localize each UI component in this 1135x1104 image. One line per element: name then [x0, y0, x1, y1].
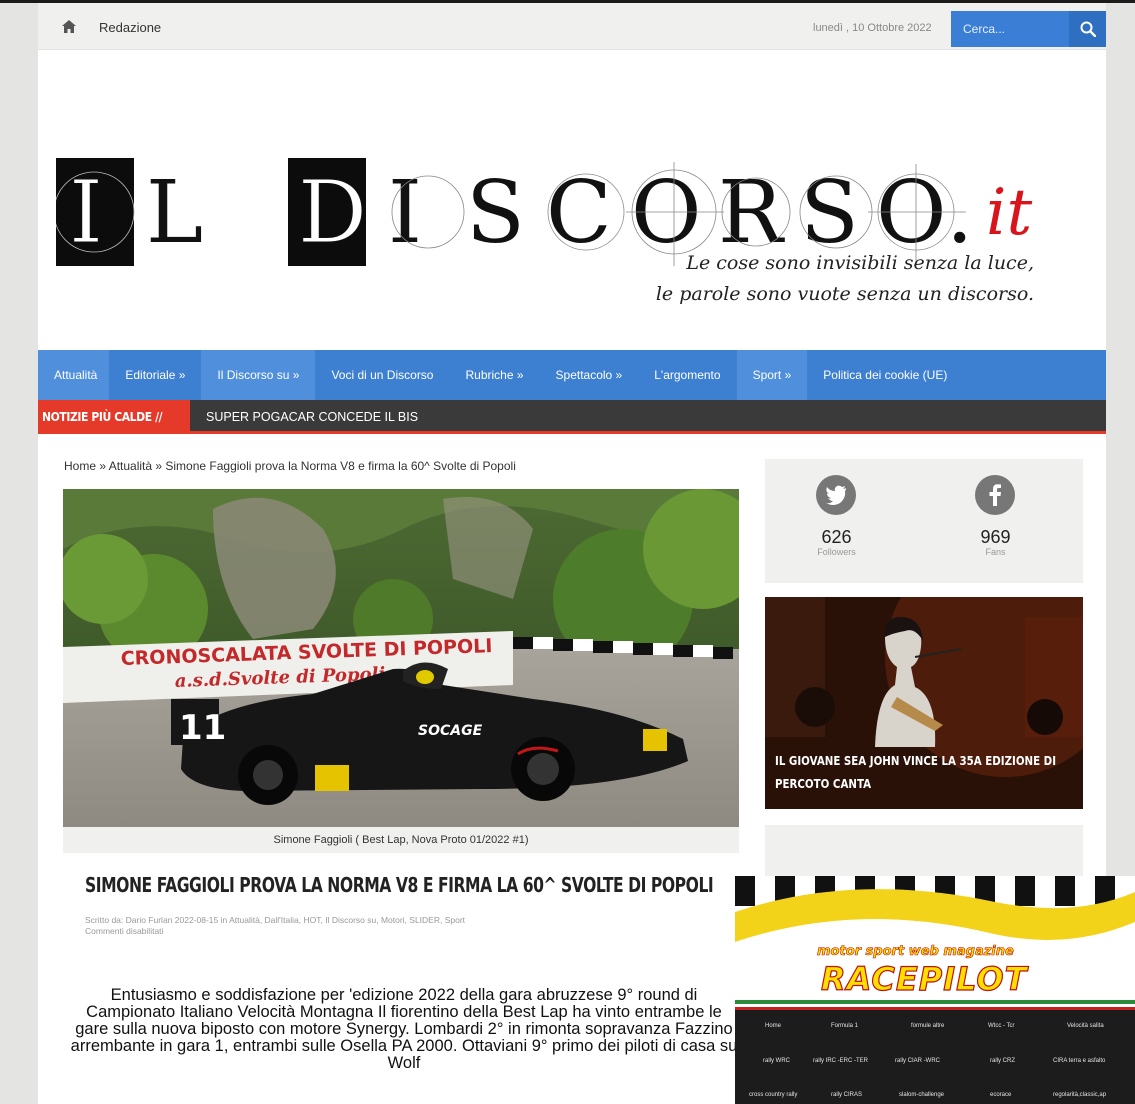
search-button[interactable] [1069, 11, 1106, 47]
ad-menu-item[interactable]: regolarità,classic,ap [1053, 1092, 1106, 1098]
ad-menu-item[interactable]: ecorace [990, 1092, 1011, 1098]
racepilot-ad[interactable]: motor sport web magazine RACEPILOT Home … [735, 876, 1135, 1104]
tagline-line: Le cose sono invisibili senza la luce, [686, 252, 1034, 274]
breadcrumb[interactable]: Home » Attualità » Simone Faggioli prova… [64, 459, 516, 473]
comments-status: Commenti disabilitati [85, 926, 164, 936]
ad-menu-item[interactable]: rally CRZ [990, 1058, 1015, 1064]
ad-tagline: motor sport web magazine [817, 944, 1014, 960]
social-counters: 626 Followers 969 Fans [765, 459, 1083, 583]
nav-item-spettacolo[interactable]: Spettacolo » [540, 350, 639, 400]
sidebar-featured-post[interactable]: IL GIOVANE SEA JOHN VINCE LA 35A EDIZION… [765, 597, 1083, 809]
redazione-link[interactable]: Redazione [99, 20, 161, 35]
nav-item-argomento[interactable]: L'argomento [638, 350, 736, 400]
nav-item-sport[interactable]: Sport » [736, 350, 808, 400]
ad-menu: Home Formula 1 formule altre Wtcc - Tcr … [735, 1010, 1135, 1104]
ad-menu-item[interactable]: CIRA terra e asfalto [1053, 1058, 1105, 1064]
ad-menu-item[interactable]: Velocità salita [1067, 1023, 1104, 1029]
facebook-counter[interactable]: 969 Fans [924, 459, 1083, 583]
nav-item-il-discorso-su[interactable]: Il Discorso su » [201, 350, 316, 400]
ad-menu-item[interactable]: rally WRC [763, 1058, 790, 1064]
home-icon[interactable] [62, 20, 76, 33]
search-form [951, 11, 1106, 47]
ad-flag-stripe [735, 1000, 1135, 1010]
twitter-icon [816, 475, 856, 515]
twitter-count-label: Followers [817, 547, 856, 557]
current-date: lunedì , 10 Ottobre 2022 [813, 22, 932, 34]
masthead: I L D I S C O R S O . it Le cose sono in… [38, 50, 1106, 350]
ad-menu-item[interactable]: formule altre [911, 1023, 944, 1029]
site-tagline: Le cose sono invisibili senza la luce, l… [656, 248, 1034, 310]
twitter-counter[interactable]: 626 Followers [765, 459, 924, 583]
article-byline: Scritto da: Dario Furlan 2022-08-15 in A… [85, 915, 466, 925]
ticker-label: NOTIZIE PIÙ CALDE // [38, 400, 190, 434]
nav-item-editoriale[interactable]: Editoriale » [109, 350, 201, 400]
nav-item-rubriche[interactable]: Rubriche » [449, 350, 539, 400]
ad-brand: RACEPILOT [820, 959, 1028, 998]
ad-menu-item[interactable]: Wtcc - Tcr [988, 1023, 1015, 1029]
article-title: SIMONE FAGGIOLI PROVA LA NORMA V8 E FIRM… [85, 873, 714, 897]
facebook-count-label: Fans [985, 547, 1006, 557]
ad-menu-item[interactable]: Formula 1 [831, 1023, 858, 1029]
ad-menu-item[interactable]: rally IRC -ERC -TER [813, 1058, 868, 1064]
article-meta: Scritto da: Dario Furlan 2022-08-15 in A… [85, 915, 465, 937]
article-featured-image: CRONOSCALATA SVOLTE DI POPOLI a.s.d.Svol… [63, 489, 739, 827]
car-sponsor: SOCAGE [418, 723, 483, 739]
main-navigation: Attualità Editoriale » Il Discorso su » … [38, 350, 1106, 400]
breaking-news-ticker: NOTIZIE PIÙ CALDE // SUPER POGACAR CONCE… [38, 400, 1106, 434]
nav-item-voci[interactable]: Voci di un Discorso [315, 350, 449, 400]
twitter-count: 626 [821, 527, 852, 547]
ad-menu-item[interactable]: rally CIRAS [831, 1092, 862, 1098]
search-icon [1080, 21, 1096, 37]
nav-item-attualita[interactable]: Attualità [38, 350, 110, 400]
nav-item-cookie-policy[interactable]: Politica dei cookie (UE) [807, 350, 963, 400]
search-input[interactable] [951, 11, 1066, 47]
top-bar: Redazione lunedì , 10 Ottobre 2022 [38, 3, 1106, 50]
ad-menu-item[interactable]: rally CIAR -WRC [895, 1058, 940, 1064]
ticker-headline[interactable]: SUPER POGACAR CONCEDE IL BIS [206, 400, 418, 434]
ad-menu-item[interactable]: slalom-challenge [899, 1092, 944, 1098]
featured-post-title[interactable]: IL GIOVANE SEA JOHN VINCE LA 35A EDIZION… [775, 749, 1062, 795]
car-number: 11 [179, 708, 226, 748]
ad-menu-item[interactable]: Home [765, 1023, 781, 1029]
ad-menu-item[interactable]: cross country rally [749, 1092, 797, 1098]
image-caption: Simone Faggioli ( Best Lap, Nova Proto 0… [63, 827, 739, 853]
facebook-icon [975, 475, 1015, 515]
tagline-line: le parole sono vuote senza un discorso. [655, 283, 1034, 305]
facebook-count: 969 [980, 527, 1011, 547]
article-lead: Entusiasmo e soddisfazione per 'edizione… [70, 986, 738, 1072]
